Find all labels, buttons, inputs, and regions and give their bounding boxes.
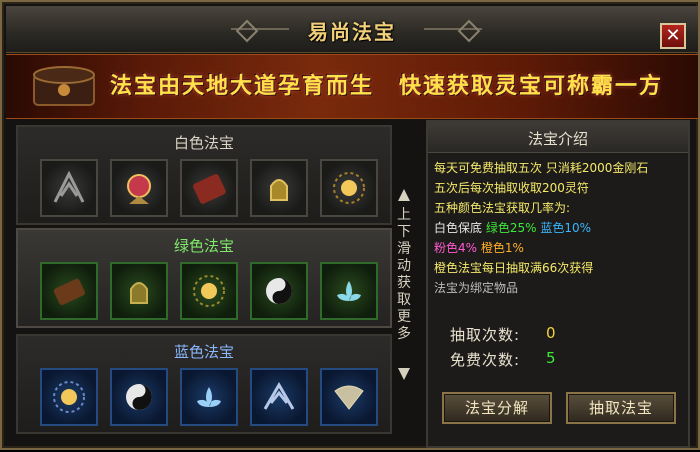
promo-banner: 法宝由天地大道孕育而生 快速获取灵宝可称霸一方: [6, 54, 698, 119]
treasure-slot[interactable]: [320, 368, 378, 426]
intro-line: 五次后每次抽取收取200灵符: [434, 181, 589, 195]
treasure-slot[interactable]: [40, 159, 98, 217]
close-button[interactable]: ✕: [660, 23, 686, 49]
decompose-button[interactable]: 法宝分解: [442, 392, 552, 424]
section-title-blue: 蓝色法宝: [173, 343, 234, 361]
sun-disc-icon: [53, 381, 85, 413]
intro-header: 法宝介绍: [428, 122, 688, 153]
green-rate: 绿色25%: [485, 221, 537, 235]
treasure-slot[interactable]: [250, 262, 308, 320]
title-bar: 易尚法宝 ✕: [6, 6, 698, 53]
treasure-slot[interactable]: [320, 159, 378, 217]
banner-slogan-left: 法宝由天地大道孕育而生: [110, 73, 375, 99]
rate-line: 白色保底 绿色25% 蓝色10%: [434, 218, 686, 238]
treasure-slot[interactable]: [110, 159, 168, 217]
fan-icon: [334, 385, 364, 410]
treasure-slot[interactable]: [250, 368, 308, 426]
treasure-slot[interactable]: [40, 262, 98, 320]
intro-line: 橙色法宝每日抽取满66次获得: [434, 261, 594, 275]
intro-title: 法宝介绍: [527, 130, 588, 148]
treasure-slot[interactable]: [180, 368, 238, 426]
bell-icon: [270, 179, 288, 201]
treasure-slot[interactable]: [180, 159, 238, 217]
sun-disc-icon: [193, 275, 225, 307]
treasure-box-icon: [33, 66, 95, 106]
draw-count-label: 抽取次数:: [450, 326, 521, 344]
scroll-icon: [193, 174, 226, 204]
intro-text: 每天可免费抽取五次 只消耗2000金刚石 五次后每次抽取收取200灵符 五种颜色…: [434, 158, 686, 298]
bell-icon: [130, 282, 148, 304]
yin-yang-icon: [266, 278, 292, 304]
lotus-icon: [337, 281, 361, 301]
blue-rate: 蓝色10%: [540, 221, 592, 235]
free-count-label: 免费次数:: [450, 351, 521, 369]
green-treasure-section: 绿色法宝: [16, 228, 392, 328]
treasure-slot[interactable]: [40, 368, 98, 426]
pink-rate: 粉色4%: [434, 241, 478, 255]
orange-rate: 橙色1%: [480, 241, 524, 255]
claw-weapon-icon: [53, 170, 85, 203]
section-title-green: 绿色法宝: [173, 237, 234, 255]
treasure-slot[interactable]: [250, 159, 308, 217]
orb-icon: [127, 174, 151, 204]
intro-line: 法宝为绑定物品: [434, 281, 519, 295]
draw-count-value: 0: [546, 324, 557, 342]
treasure-slot[interactable]: [320, 262, 378, 320]
white-rate-label: 白色保底: [434, 221, 483, 235]
scroll-icon: [53, 278, 85, 305]
draw-treasure-button[interactable]: 抽取法宝: [566, 392, 676, 424]
treasure-window: 易尚法宝 ✕ 法宝由天地大道孕育而生 快速获取灵宝可称霸一方 白色法宝 绿色法宝…: [0, 0, 700, 450]
yin-yang-icon: [126, 384, 152, 410]
intro-panel: 法宝介绍 每天可免费抽取五次 只消耗2000金刚石 五次后每次抽取收取200灵符…: [426, 120, 690, 448]
claw-weapon-icon: [263, 382, 295, 410]
lotus-icon: [197, 387, 221, 407]
banner-slogan-right: 快速获取灵宝可称霸一方: [399, 73, 664, 99]
scroll-hint: 上下滑动获取更多: [394, 187, 414, 382]
section-title-white: 白色法宝: [173, 134, 234, 152]
sun-disc-icon: [333, 172, 365, 204]
treasure-slot[interactable]: [180, 262, 238, 320]
treasure-slot[interactable]: [110, 262, 168, 320]
blue-treasure-section: 蓝色法宝: [16, 334, 392, 434]
free-count-value: 5: [546, 349, 557, 367]
scroll-hint-text: 上下滑动获取更多: [397, 207, 411, 342]
white-treasure-section: 白色法宝: [16, 125, 392, 225]
treasure-slot[interactable]: [110, 368, 168, 426]
intro-line: 每天可免费抽取五次 只消耗2000金刚石: [434, 161, 649, 175]
intro-line: 五种颜色法宝获取几率为:: [434, 201, 571, 215]
free-count-row: 免费次数: 5: [450, 349, 556, 370]
rate-line: 粉色4% 橙色1%: [434, 238, 686, 258]
window-title: 易尚法宝: [308, 20, 396, 44]
treasure-list[interactable]: 白色法宝 绿色法宝 蓝色法宝: [16, 120, 392, 452]
draw-count-row: 抽取次数: 0: [450, 324, 556, 345]
